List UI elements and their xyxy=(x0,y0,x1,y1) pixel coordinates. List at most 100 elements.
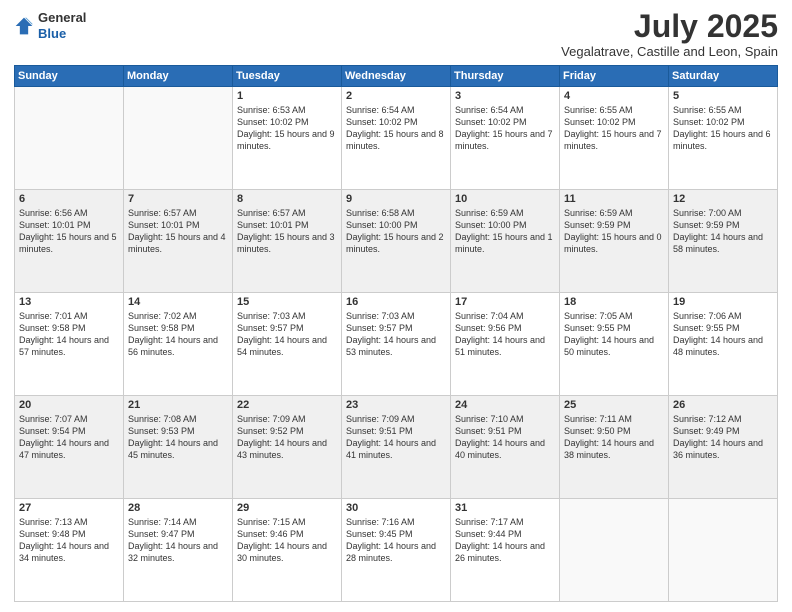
cell-info: Sunrise: 7:05 AM Sunset: 9:55 PM Dayligh… xyxy=(564,310,664,359)
day-number: 3 xyxy=(455,90,555,102)
calendar-cell xyxy=(124,87,233,190)
cell-info: Sunrise: 6:57 AM Sunset: 10:01 PM Daylig… xyxy=(128,207,228,256)
calendar-week-4: 20Sunrise: 7:07 AM Sunset: 9:54 PM Dayli… xyxy=(15,396,778,499)
calendar-cell: 22Sunrise: 7:09 AM Sunset: 9:52 PM Dayli… xyxy=(233,396,342,499)
day-number: 12 xyxy=(673,193,773,205)
cell-info: Sunrise: 6:55 AM Sunset: 10:02 PM Daylig… xyxy=(673,104,773,153)
calendar-cell: 10 Sunrise: 6:59 AM Sunset: 10:00 PM Dayl… xyxy=(451,190,560,293)
day-number: 17 xyxy=(455,296,555,308)
day-number: 5 xyxy=(673,90,773,102)
weekday-header-sunday: Sunday xyxy=(15,66,124,87)
day-number: 20 xyxy=(19,399,119,411)
day-number: 7 xyxy=(128,193,228,205)
calendar-cell: 4 Sunrise: 6:55 AM Sunset: 10:02 PM Dayli… xyxy=(560,87,669,190)
calendar-week-1: 1 Sunrise: 6:53 AM Sunset: 10:02 PM Dayli… xyxy=(15,87,778,190)
day-number: 21 xyxy=(128,399,228,411)
calendar-cell: 21 Sunrise: 7:08 AM Sunset: 9:53 PM Dayli… xyxy=(124,396,233,499)
calendar-cell: 15Sunrise: 7:03 AM Sunset: 9:57 PM Dayli… xyxy=(233,293,342,396)
day-number: 1 xyxy=(237,90,337,102)
calendar-cell: 23 Sunrise: 7:09 AM Sunset: 9:51 PM Dayli… xyxy=(342,396,451,499)
day-number: 11 xyxy=(564,193,664,205)
calendar-cell: 13Sunrise: 7:01 AM Sunset: 9:58 PM Dayli… xyxy=(15,293,124,396)
calendar-cell: 9Sunrise: 6:58 AM Sunset: 10:00 PM Dayli… xyxy=(342,190,451,293)
cell-info: Sunrise: 6:59 AM Sunset: 10:00 PM Daylig… xyxy=(455,207,555,256)
day-number: 16 xyxy=(346,296,446,308)
day-number: 27 xyxy=(19,502,119,514)
day-number: 10 xyxy=(455,193,555,205)
calendar-table: SundayMondayTuesdayWednesdayThursdayFrid… xyxy=(14,65,778,602)
day-number: 6 xyxy=(19,193,119,205)
page: General Blue July 2025 Vegalatrave, Cast… xyxy=(0,0,792,612)
cell-info: Sunrise: 7:06 AM Sunset: 9:55 PM Dayligh… xyxy=(673,310,773,359)
cell-info: Sunrise: 7:03 AM Sunset: 9:57 PM Dayligh… xyxy=(346,310,446,359)
cell-info: Sunrise: 6:53 AM Sunset: 10:02 PM Daylig… xyxy=(237,104,337,153)
cell-info: Sunrise: 7:02 AM Sunset: 9:58 PM Dayligh… xyxy=(128,310,228,359)
calendar-body: 1 Sunrise: 6:53 AM Sunset: 10:02 PM Dayli… xyxy=(15,87,778,602)
calendar-cell: 19 Sunrise: 7:06 AM Sunset: 9:55 PM Dayli… xyxy=(669,293,778,396)
day-number: 2 xyxy=(346,90,446,102)
day-number: 28 xyxy=(128,502,228,514)
cell-info: Sunrise: 6:58 AM Sunset: 10:00 PM Daylig… xyxy=(346,207,446,256)
calendar-cell xyxy=(15,87,124,190)
day-number: 30 xyxy=(346,502,446,514)
calendar-cell: 24Sunrise: 7:10 AM Sunset: 9:51 PM Dayli… xyxy=(451,396,560,499)
calendar-cell: 6Sunrise: 6:56 AM Sunset: 10:01 PM Dayli… xyxy=(15,190,124,293)
calendar-header-row: SundayMondayTuesdayWednesdayThursdayFrid… xyxy=(15,66,778,87)
weekday-header-saturday: Saturday xyxy=(669,66,778,87)
day-number: 14 xyxy=(128,296,228,308)
month-title: July 2025 xyxy=(561,10,778,42)
calendar-week-3: 13Sunrise: 7:01 AM Sunset: 9:58 PM Dayli… xyxy=(15,293,778,396)
day-number: 24 xyxy=(455,399,555,411)
day-number: 19 xyxy=(673,296,773,308)
calendar-cell: 12 Sunrise: 7:00 AM Sunset: 9:59 PM Dayli… xyxy=(669,190,778,293)
calendar-cell: 3 Sunrise: 6:54 AM Sunset: 10:02 PM Dayli… xyxy=(451,87,560,190)
calendar-cell: 28 Sunrise: 7:14 AM Sunset: 9:47 PM Dayli… xyxy=(124,499,233,602)
cell-info: Sunrise: 7:17 AM Sunset: 9:44 PM Dayligh… xyxy=(455,516,555,565)
cell-info: Sunrise: 6:57 AM Sunset: 10:01 PM Daylig… xyxy=(237,207,337,256)
calendar-cell: 11 Sunrise: 6:59 AM Sunset: 9:59 PM Dayli… xyxy=(560,190,669,293)
calendar-cell: 31Sunrise: 7:17 AM Sunset: 9:44 PM Dayli… xyxy=(451,499,560,602)
weekday-header-tuesday: Tuesday xyxy=(233,66,342,87)
day-number: 26 xyxy=(673,399,773,411)
calendar-cell: 20Sunrise: 7:07 AM Sunset: 9:54 PM Dayli… xyxy=(15,396,124,499)
cell-info: Sunrise: 7:09 AM Sunset: 9:51 PM Dayligh… xyxy=(346,413,446,462)
calendar-cell: 26 Sunrise: 7:12 AM Sunset: 9:49 PM Dayli… xyxy=(669,396,778,499)
cell-info: Sunrise: 6:59 AM Sunset: 9:59 PM Dayligh… xyxy=(564,207,664,256)
cell-info: Sunrise: 7:08 AM Sunset: 9:53 PM Dayligh… xyxy=(128,413,228,462)
logo-icon xyxy=(14,16,34,36)
cell-info: Sunrise: 7:13 AM Sunset: 9:48 PM Dayligh… xyxy=(19,516,119,565)
calendar-cell: 5 Sunrise: 6:55 AM Sunset: 10:02 PM Dayli… xyxy=(669,87,778,190)
calendar-week-2: 6Sunrise: 6:56 AM Sunset: 10:01 PM Dayli… xyxy=(15,190,778,293)
cell-info: Sunrise: 6:54 AM Sunset: 10:02 PM Daylig… xyxy=(455,104,555,153)
calendar-cell: 25Sunrise: 7:11 AM Sunset: 9:50 PM Dayli… xyxy=(560,396,669,499)
calendar-cell xyxy=(560,499,669,602)
cell-info: Sunrise: 7:00 AM Sunset: 9:59 PM Dayligh… xyxy=(673,207,773,256)
calendar-cell: 18 Sunrise: 7:05 AM Sunset: 9:55 PM Dayli… xyxy=(560,293,669,396)
cell-info: Sunrise: 7:03 AM Sunset: 9:57 PM Dayligh… xyxy=(237,310,337,359)
cell-info: Sunrise: 7:16 AM Sunset: 9:45 PM Dayligh… xyxy=(346,516,446,565)
cell-info: Sunrise: 7:14 AM Sunset: 9:47 PM Dayligh… xyxy=(128,516,228,565)
logo: General Blue xyxy=(14,10,86,41)
day-number: 8 xyxy=(237,193,337,205)
logo-general: General xyxy=(38,10,86,26)
logo-text: General Blue xyxy=(38,10,86,41)
day-number: 29 xyxy=(237,502,337,514)
title-block: July 2025 Vegalatrave, Castille and Leon… xyxy=(561,10,778,59)
cell-info: Sunrise: 6:55 AM Sunset: 10:02 PM Daylig… xyxy=(564,104,664,153)
calendar-week-5: 27 Sunrise: 7:13 AM Sunset: 9:48 PM Dayli… xyxy=(15,499,778,602)
calendar-cell: 16 Sunrise: 7:03 AM Sunset: 9:57 PM Dayli… xyxy=(342,293,451,396)
weekday-header-thursday: Thursday xyxy=(451,66,560,87)
day-number: 18 xyxy=(564,296,664,308)
cell-info: Sunrise: 7:12 AM Sunset: 9:49 PM Dayligh… xyxy=(673,413,773,462)
weekday-header-monday: Monday xyxy=(124,66,233,87)
cell-info: Sunrise: 6:54 AM Sunset: 10:02 PM Daylig… xyxy=(346,104,446,153)
calendar-cell: 27 Sunrise: 7:13 AM Sunset: 9:48 PM Dayli… xyxy=(15,499,124,602)
day-number: 4 xyxy=(564,90,664,102)
calendar-cell: 14 Sunrise: 7:02 AM Sunset: 9:58 PM Dayli… xyxy=(124,293,233,396)
calendar-cell: 7 Sunrise: 6:57 AM Sunset: 10:01 PM Dayli… xyxy=(124,190,233,293)
day-number: 22 xyxy=(237,399,337,411)
calendar-cell: 29 Sunrise: 7:15 AM Sunset: 9:46 PM Dayli… xyxy=(233,499,342,602)
day-number: 23 xyxy=(346,399,446,411)
day-number: 13 xyxy=(19,296,119,308)
cell-info: Sunrise: 7:15 AM Sunset: 9:46 PM Dayligh… xyxy=(237,516,337,565)
